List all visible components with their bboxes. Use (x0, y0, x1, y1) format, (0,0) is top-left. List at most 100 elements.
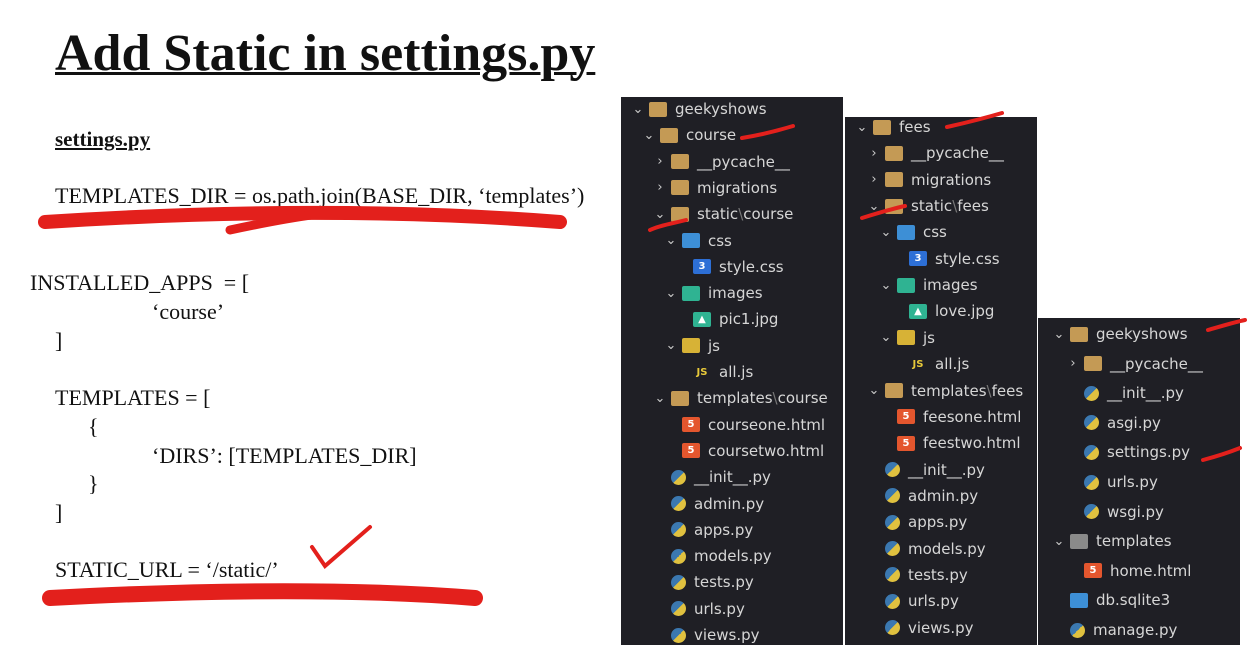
code-line: } (88, 471, 99, 496)
python-icon (1084, 385, 1099, 401)
tree-file-models-py[interactable]: models.py (867, 537, 986, 561)
tree-folder-templates[interactable]: ⌄ templates \ fees (867, 379, 1024, 403)
tree-item-label: views.py (694, 626, 760, 644)
tree-file-urls-py[interactable]: urls.py (867, 589, 959, 613)
tree-file-apps-py[interactable]: apps.py (867, 510, 967, 534)
tree-file-settings-py[interactable]: settings.py (1066, 440, 1190, 464)
tree-folder-pycache[interactable]: › __pycache__ (867, 141, 1003, 165)
chevron-down-icon[interactable]: ⌄ (1052, 327, 1066, 342)
tree-folder-images[interactable]: ⌄ images (664, 281, 763, 305)
image-icon: ▲ (909, 303, 927, 319)
tree-folder-migrations[interactable]: › migrations (867, 168, 991, 192)
tree-file-tests-py[interactable]: tests.py (653, 570, 754, 594)
chevron-down-icon[interactable]: ⌄ (879, 225, 893, 240)
code-line: STATIC_URL = ‘/static/’ (55, 557, 279, 582)
tree-file-style-css[interactable]: 3 style.css (675, 255, 784, 279)
tree-file-urls-py[interactable]: urls.py (653, 597, 745, 621)
tree-file-all-js[interactable]: JS all.js (891, 352, 970, 376)
code-line: { (88, 414, 99, 439)
tree-item-label: images (708, 284, 763, 303)
folder-js-icon (897, 330, 915, 346)
tree-file-pic1-jpg[interactable]: ▲ pic1.jpg (675, 307, 778, 331)
chevron-down-icon[interactable]: ⌄ (664, 338, 678, 353)
database-icon (1070, 592, 1088, 608)
tree-folder-static[interactable]: ⌄ static \ course (653, 202, 794, 226)
chevron-down-icon[interactable]: ⌄ (664, 286, 678, 301)
tree-file-urls-py[interactable]: urls.py (1066, 470, 1158, 494)
tree-file-apps-py[interactable]: apps.py (653, 518, 753, 542)
tree-folder-fees[interactable]: ⌄ fees (855, 115, 931, 139)
chevron-down-icon[interactable]: ⌄ (867, 383, 881, 398)
tree-file-init-py[interactable]: __init__.py (1066, 381, 1184, 405)
tree-item-label: templates (697, 389, 773, 408)
tree-file-admin-py[interactable]: admin.py (867, 484, 978, 508)
tree-file-tests-py[interactable]: tests.py (867, 563, 968, 587)
html-icon: 5 (682, 417, 700, 433)
chevron-down-icon[interactable]: ⌄ (631, 102, 645, 117)
tree-folder-templates[interactable]: ⌄ templates (1052, 529, 1172, 553)
tree-folder-geekyshows[interactable]: ⌄ geekyshows (1052, 322, 1188, 346)
tree-item-label: settings.py (1107, 443, 1190, 462)
tree-file-views-py[interactable]: views.py (867, 616, 974, 640)
chevron-down-icon[interactable]: ⌄ (664, 233, 678, 248)
tree-item-label: templates (911, 381, 987, 400)
chevron-down-icon[interactable]: ⌄ (642, 128, 656, 143)
tree-file-admin-py[interactable]: admin.py (653, 492, 764, 516)
tree-folder-static[interactable]: ⌄ static \ fees (867, 194, 989, 218)
tree-folder-pycache[interactable]: › __pycache__ (653, 150, 789, 174)
tree-file-init-py[interactable]: __init__.py (867, 458, 985, 482)
tree-file-wsgi-py[interactable]: wsgi.py (1066, 500, 1164, 524)
tree-folder-geekyshows[interactable]: ⌄ geekyshows (631, 97, 767, 121)
chevron-down-icon[interactable]: ⌄ (855, 120, 869, 135)
tree-folder-css[interactable]: ⌄ css (879, 220, 947, 244)
chevron-down-icon[interactable]: ⌄ (879, 330, 893, 345)
python-icon (671, 548, 686, 564)
tree-file-home-html[interactable]: 5 home.html (1066, 559, 1191, 583)
tree-file-init-py[interactable]: __init__.py (653, 465, 771, 489)
chevron-right-icon[interactable]: › (653, 154, 667, 169)
tree-file-asgi-py[interactable]: asgi.py (1066, 411, 1161, 435)
tree-item-sublabel: fees (991, 381, 1024, 400)
tree-file-courseone-html[interactable]: 5 courseone.html (664, 413, 825, 437)
chevron-down-icon[interactable]: ⌄ (879, 278, 893, 293)
tree-folder-js[interactable]: ⌄ js (664, 334, 720, 358)
tree-folder-css[interactable]: ⌄ css (664, 229, 732, 253)
chevron-right-icon[interactable]: › (1066, 356, 1080, 371)
tree-folder-migrations[interactable]: › migrations (653, 176, 777, 200)
folder-icon (873, 119, 891, 135)
tree-item-label: css (923, 223, 947, 242)
tree-file-style-css[interactable]: 3 style.css (891, 247, 1000, 271)
tree-folder-js[interactable]: ⌄ js (879, 326, 935, 350)
tree-item-label: geekyshows (1096, 325, 1188, 343)
tree-file-all-js[interactable]: JS all.js (675, 360, 754, 384)
code-line: ] (55, 328, 63, 353)
chevron-down-icon[interactable]: ⌄ (653, 391, 667, 406)
python-icon (885, 541, 900, 557)
chevron-right-icon[interactable]: › (867, 146, 881, 161)
tree-file-views-py[interactable]: views.py (653, 623, 760, 647)
tree-file-models-py[interactable]: models.py (653, 544, 772, 568)
chevron-down-icon[interactable]: ⌄ (1052, 534, 1066, 549)
tree-file-manage-py[interactable]: manage.py (1052, 618, 1177, 642)
folder-templates-icon (1070, 533, 1088, 549)
tree-folder-templates[interactable]: ⌄ templates \ course (653, 386, 828, 410)
folder-images-icon (897, 277, 915, 293)
chevron-down-icon[interactable]: ⌄ (653, 207, 667, 222)
explorer-fees: ⌄ fees › __pycache__ › migrations ⌄ static \ fe… (845, 117, 1037, 645)
chevron-right-icon[interactable]: › (653, 180, 667, 195)
chevron-right-icon[interactable]: › (867, 172, 881, 187)
tree-item-label: style.css (935, 249, 1000, 268)
folder-icon (885, 172, 903, 188)
tree-folder-pycache[interactable]: › __pycache__ (1066, 352, 1202, 376)
tree-file-db-sqlite3[interactable]: db.sqlite3 (1052, 588, 1170, 612)
tree-item-label: static (911, 197, 953, 216)
tree-file-love-jpg[interactable]: ▲ love.jpg (891, 299, 994, 323)
chevron-down-icon[interactable]: ⌄ (867, 199, 881, 214)
tree-file-coursetwo-html[interactable]: 5 coursetwo.html (664, 439, 824, 463)
tree-folder-images[interactable]: ⌄ images (879, 273, 978, 297)
tree-file-feestwo-html[interactable]: 5 feestwo.html (879, 431, 1021, 455)
tree-file-feesone-html[interactable]: 5 feesone.html (879, 405, 1021, 429)
tree-folder-course[interactable]: ⌄ course (642, 123, 737, 147)
js-icon: JS (696, 366, 708, 378)
tree-item-label: urls.py (908, 592, 959, 611)
